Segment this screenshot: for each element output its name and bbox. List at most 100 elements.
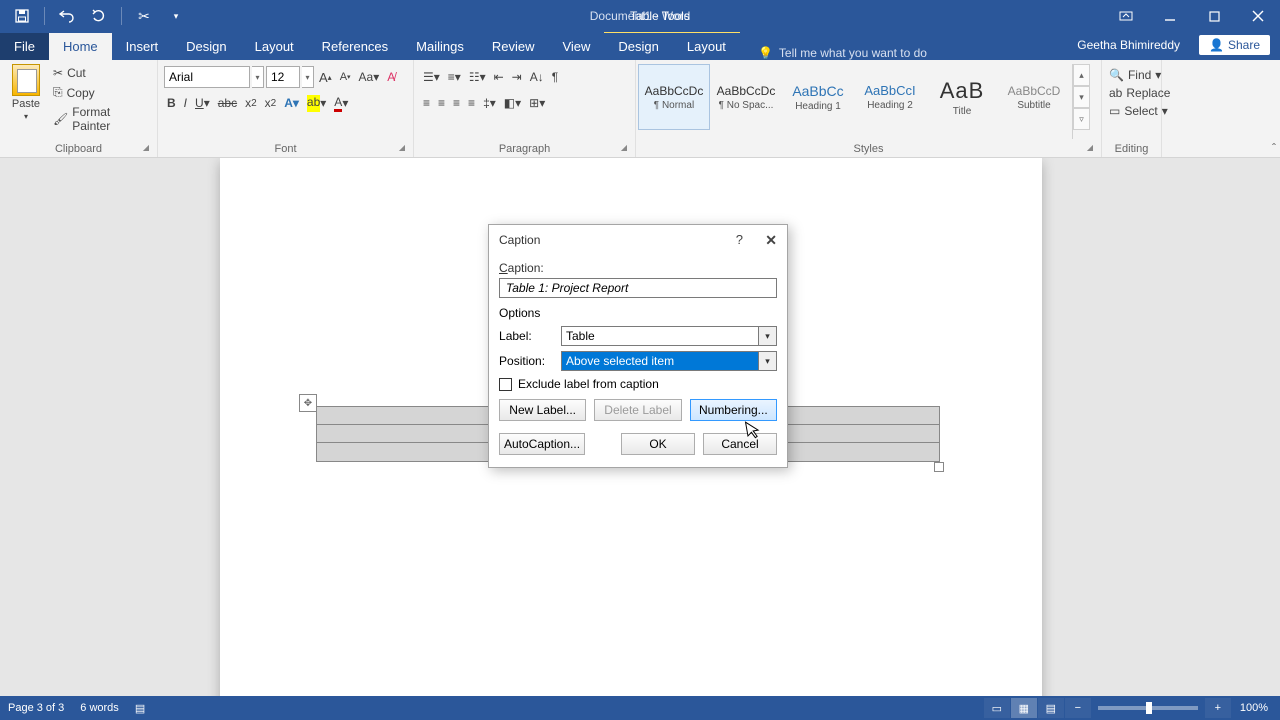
chevron-down-icon[interactable]: ▾ <box>758 352 776 370</box>
table-resize-handle[interactable] <box>934 462 944 472</box>
styles-down[interactable]: ▾ <box>1073 86 1090 108</box>
caption-input[interactable] <box>499 278 777 298</box>
grow-font-button[interactable]: A▴ <box>316 68 335 87</box>
exclude-label-checkbox[interactable]: Exclude label from caption <box>499 377 777 391</box>
cancel-button[interactable]: Cancel <box>703 433 777 455</box>
bold-button[interactable]: B <box>164 94 179 112</box>
align-center-button[interactable]: ≡ <box>435 94 448 112</box>
font-name-input[interactable]: Arial <box>164 66 250 88</box>
change-case-button[interactable]: Aa▾ <box>356 68 383 86</box>
ok-button[interactable]: OK <box>621 433 695 455</box>
new-label-button[interactable]: New Label... <box>499 399 586 421</box>
qat-more[interactable]: ▾ <box>162 2 190 30</box>
numbering-button[interactable]: Numbering... <box>690 399 777 421</box>
font-color-button[interactable]: A▾ <box>331 93 351 114</box>
proofing-icon[interactable]: ▤ <box>135 702 145 715</box>
style-no-spacing[interactable]: AaBbCcDc¶ No Spac... <box>710 64 782 130</box>
word-count[interactable]: 6 words <box>80 702 119 714</box>
tab-design[interactable]: Design <box>172 33 240 60</box>
maximize-button[interactable] <box>1192 0 1236 32</box>
help-button[interactable]: ? <box>736 232 743 247</box>
numbering-button[interactable]: ≡▾ <box>445 68 464 86</box>
zoom-in-button[interactable]: + <box>1205 698 1231 718</box>
save-button[interactable] <box>8 2 36 30</box>
subscript-button[interactable]: x2 <box>242 94 260 112</box>
dialog-titlebar[interactable]: Caption ? ✕ <box>489 225 787 255</box>
font-size-input[interactable]: 12 <box>266 66 300 88</box>
chevron-down-icon[interactable]: ▾ <box>758 327 776 345</box>
undo-button[interactable] <box>53 2 81 30</box>
styles-up[interactable]: ▴ <box>1073 64 1090 86</box>
shading-button[interactable]: ◧▾ <box>501 94 524 112</box>
zoom-level[interactable]: 100% <box>1240 702 1268 714</box>
tab-view[interactable]: View <box>548 33 604 60</box>
tab-file[interactable]: File <box>0 33 49 60</box>
underline-button[interactable]: U▾ <box>192 94 213 112</box>
dialog-launcher-font[interactable]: ◢ <box>395 140 409 154</box>
strikethrough-button[interactable]: abc <box>215 94 240 112</box>
dialog-launcher-styles[interactable]: ◢ <box>1083 140 1097 154</box>
superscript-button[interactable]: x2 <box>262 94 280 112</box>
style-normal[interactable]: AaBbCcDc¶ Normal <box>638 64 710 130</box>
font-size-dropdown[interactable]: ▾ <box>302 66 314 88</box>
redo-button[interactable] <box>85 2 113 30</box>
copy-button[interactable]: ⎘Copy <box>50 83 150 102</box>
tab-insert[interactable]: Insert <box>112 33 173 60</box>
clear-formatting-button[interactable]: A̸ <box>384 68 398 86</box>
highlight-button[interactable]: ab▾ <box>304 93 329 114</box>
tab-review[interactable]: Review <box>478 33 549 60</box>
table-move-handle[interactable]: ✥ <box>299 394 317 412</box>
tab-mailings[interactable]: Mailings <box>402 33 478 60</box>
align-right-button[interactable]: ≡ <box>450 94 463 112</box>
minimize-button[interactable] <box>1148 0 1192 32</box>
styles-more[interactable]: ▿ <box>1073 108 1090 130</box>
tell-me-search[interactable]: 💡 Tell me what you want to do <box>758 46 927 60</box>
web-layout-button[interactable]: ▤ <box>1038 698 1064 718</box>
align-left-button[interactable]: ≡ <box>420 94 433 112</box>
style-heading-2[interactable]: AaBbCcIHeading 2 <box>854 64 926 130</box>
decrease-indent-button[interactable]: ⇤ <box>491 68 507 86</box>
tab-table-design[interactable]: Design <box>604 32 672 60</box>
tab-table-layout[interactable]: Layout <box>673 32 740 60</box>
show-hide-button[interactable]: ¶ <box>549 68 561 86</box>
user-name[interactable]: Geetha Bhimireddy <box>1077 38 1180 52</box>
dialog-launcher-clipboard[interactable]: ◢ <box>139 140 153 154</box>
borders-button[interactable]: ⊞▾ <box>526 94 548 112</box>
read-mode-button[interactable]: ▭ <box>984 698 1010 718</box>
close-button[interactable] <box>1236 0 1280 32</box>
style-subtitle[interactable]: AaBbCcDSubtitle <box>998 64 1070 130</box>
text-effects-button[interactable]: A▾ <box>281 94 302 112</box>
style-title[interactable]: AaBTitle <box>926 64 998 130</box>
zoom-thumb[interactable] <box>1146 702 1152 714</box>
position-select[interactable]: Above selected item ▾ <box>561 351 777 371</box>
collapse-ribbon[interactable]: ˆ <box>1272 141 1276 155</box>
tab-references[interactable]: References <box>308 33 402 60</box>
autocaption-button[interactable]: AutoCaption... <box>499 433 585 455</box>
close-icon[interactable]: ✕ <box>765 232 777 249</box>
tab-home[interactable]: Home <box>49 33 112 60</box>
shrink-font-button[interactable]: A▾ <box>337 69 354 85</box>
ribbon-options-button[interactable] <box>1104 0 1148 32</box>
justify-button[interactable]: ≡ <box>465 94 478 112</box>
find-button[interactable]: 🔍Find▾ <box>1106 66 1162 84</box>
replace-button[interactable]: abReplace <box>1106 84 1162 102</box>
select-button[interactable]: ▭Select▾ <box>1106 102 1162 120</box>
label-select[interactable]: Table ▾ <box>561 326 777 346</box>
paste-button[interactable]: Paste ▾ <box>6 64 46 135</box>
sort-button[interactable]: A↓ <box>527 68 547 86</box>
multilevel-list-button[interactable]: ☷▾ <box>466 68 489 86</box>
bullets-button[interactable]: ☰▾ <box>420 68 443 86</box>
cut-qat-button[interactable]: ✂ <box>130 2 158 30</box>
italic-button[interactable]: I <box>181 94 190 112</box>
format-painter-button[interactable]: 🖌Format Painter <box>50 103 150 135</box>
share-button[interactable]: 👤 Share <box>1199 35 1270 55</box>
line-spacing-button[interactable]: ‡▾ <box>480 94 499 112</box>
zoom-slider[interactable] <box>1098 706 1198 710</box>
tab-layout[interactable]: Layout <box>241 33 308 60</box>
print-layout-button[interactable]: ▦ <box>1011 698 1037 718</box>
font-name-dropdown[interactable]: ▾ <box>252 66 264 88</box>
page-indicator[interactable]: Page 3 of 3 <box>8 702 64 714</box>
zoom-out-button[interactable]: − <box>1065 698 1091 718</box>
dialog-launcher-paragraph[interactable]: ◢ <box>617 140 631 154</box>
style-heading-1[interactable]: AaBbCcHeading 1 <box>782 64 854 130</box>
